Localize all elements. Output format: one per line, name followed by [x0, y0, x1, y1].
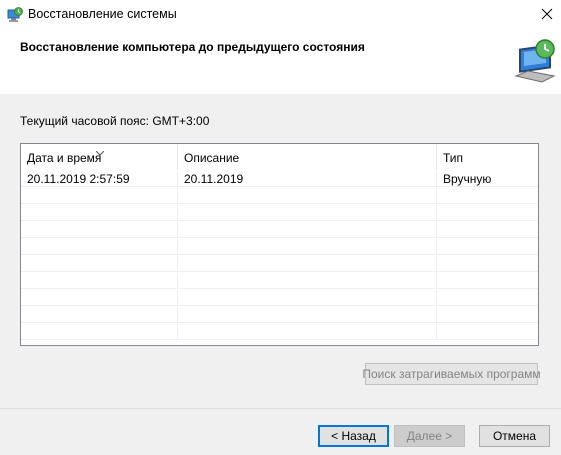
table-header: Дата и время Описание Тип [21, 144, 538, 170]
page-title: Восстановление компьютера до предыдущего… [20, 40, 365, 54]
title-bar: Восстановление системы [0, 0, 561, 30]
empty-row [21, 307, 538, 323]
cell-description: 20.11.2019 [178, 171, 437, 187]
footer-divider [0, 408, 561, 409]
empty-cell [21, 307, 178, 323]
empty-cell [21, 239, 178, 255]
empty-cell [21, 256, 178, 272]
empty-cell [178, 307, 437, 323]
empty-cell [21, 324, 178, 340]
column-header-date-label: Дата и время [27, 151, 102, 165]
cell-type: Вручную [437, 171, 538, 187]
timezone-label: Текущий часовой пояс: GMT+3:00 [20, 114, 210, 128]
empty-cell [21, 290, 178, 306]
column-header-type[interactable]: Тип [437, 144, 538, 170]
system-restore-window: Восстановление системы Восстановление ко… [0, 0, 561, 455]
window-title: Восстановление системы [28, 7, 177, 21]
empty-cell [178, 290, 437, 306]
empty-cell [178, 222, 437, 238]
empty-row [21, 290, 538, 306]
empty-cell [178, 324, 437, 340]
sort-descending-icon [95, 145, 105, 156]
empty-row [21, 222, 538, 238]
empty-row [21, 239, 538, 255]
empty-row [21, 256, 538, 272]
cancel-button[interactable]: Отмена [479, 425, 550, 447]
column-header-date[interactable]: Дата и время [21, 144, 178, 170]
column-header-description-label: Описание [184, 151, 240, 165]
restore-points-table[interactable]: Дата и время Описание Тип 20.11.2019 2:5… [20, 143, 539, 346]
empty-cell [21, 188, 178, 204]
back-button[interactable]: < Назад [318, 425, 389, 447]
close-icon [541, 8, 553, 23]
empty-cell [21, 205, 178, 221]
empty-row [21, 205, 538, 221]
scan-affected-programs-button[interactable]: Поиск затрагиваемых программ [362, 363, 541, 385]
empty-cell [178, 239, 437, 255]
column-header-type-label: Тип [443, 151, 464, 165]
wizard-header: Восстановление компьютера до предыдущего… [0, 30, 561, 94]
empty-cell [178, 256, 437, 272]
empty-cell [21, 222, 178, 238]
empty-row [21, 324, 538, 340]
empty-cell [178, 188, 437, 204]
empty-cell [178, 273, 437, 289]
empty-row [21, 188, 538, 204]
system-restore-icon [7, 7, 23, 23]
column-header-description[interactable]: Описание [178, 144, 437, 170]
table-row[interactable]: 20.11.2019 2:57:59 20.11.2019 Вручную [21, 171, 538, 187]
empty-cell [178, 205, 437, 221]
computer-restore-icon [510, 38, 558, 86]
empty-cell [21, 273, 178, 289]
close-button[interactable] [533, 0, 561, 30]
next-button[interactable]: Далее > [394, 425, 465, 447]
cell-date: 20.11.2019 2:57:59 [21, 171, 178, 187]
empty-row [21, 273, 538, 289]
